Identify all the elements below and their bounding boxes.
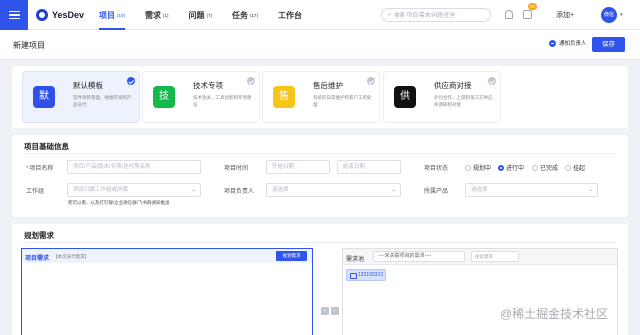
owner-select[interactable]: 请选择 ⌄ — [266, 183, 401, 197]
pool-filter-select[interactable]: ----未关联项目的需求---- — [373, 251, 465, 262]
search-icon: ⌕ — [388, 11, 392, 18]
list-header: 项目需求 【本次迭代需求】 规划需求 — [22, 249, 312, 263]
time-label: 项目时间 — [224, 166, 249, 172]
notify-owner-toggle[interactable]: 通知负责人 — [549, 39, 587, 47]
template-aftersales[interactable]: 售 售后维护 系统的日常维护和客户工单处理 — [262, 71, 380, 123]
section-title: 项目基础信息 — [24, 142, 69, 151]
template-tech[interactable]: 技 技术专项 技术攻关，工具创新和专项建设 — [142, 71, 260, 123]
tab-issues[interactable]: 问题 (7) — [189, 0, 213, 30]
template-desc: 技术攻关，工具创新和专项建设 — [193, 95, 252, 107]
divider — [24, 242, 616, 243]
tab-tasks[interactable]: 任务 (17) — [232, 0, 258, 30]
template-icon: 售 — [273, 86, 295, 108]
end-date-input[interactable]: 结束日期 — [337, 160, 401, 174]
top-nav: YesDev 项目 (10) 需求 (1) 问题 (7) 任务 (17) 工作台 ⌕ 搜… — [0, 0, 640, 30]
status-label: 项目状态 — [424, 166, 449, 172]
template-title: 售后维护 — [313, 81, 343, 90]
notification-badge: 22 — [528, 3, 537, 10]
template-default[interactable]: 默 默认模板 软件项目管理、敏捷开发和产品迭代 — [22, 71, 140, 123]
owner-label: 项目负责人 — [224, 189, 255, 195]
status-radio-done[interactable]: 已完成 — [532, 163, 558, 172]
template-title: 技术专项 — [193, 81, 223, 90]
check-icon — [367, 77, 375, 85]
template-icon: 默 — [33, 86, 55, 108]
template-desc: 软件项目管理、敏捷开发和产品迭代 — [73, 95, 132, 107]
inbox-icon[interactable] — [523, 10, 532, 19]
add-button[interactable]: 添加+ — [556, 10, 574, 20]
product-label: 所属产品 — [424, 189, 449, 195]
notify-icon — [549, 39, 556, 47]
project-name-input[interactable]: 项目/产品/版本/专项/迭代等名称 — [67, 160, 201, 174]
watermark: @稀土掘金技术社区 — [500, 307, 609, 321]
pool-search-input[interactable]: 搜索需求 — [471, 251, 519, 262]
project-requirements-list[interactable]: 项目需求 【本次迭代需求】 规划需求 — [21, 248, 313, 335]
brand-name: YesDev — [52, 10, 85, 20]
check-icon — [127, 77, 135, 85]
work-group-select[interactable]: 项目归属工作组或所属 ⌄ — [67, 183, 201, 197]
chevron-down-icon[interactable]: ▾ — [620, 12, 623, 18]
status-radio-in-progress[interactable]: 进行中 — [498, 163, 524, 172]
plan-requirements-button[interactable]: 规划需求 — [276, 251, 307, 261]
status-radio-suspended[interactable]: 挂起 — [565, 163, 585, 172]
group-hint: 使可以看、以及打钉群/企业微信群/飞书群通知推送 — [68, 200, 170, 205]
group-label: 工作组 — [26, 189, 45, 195]
page-header: 新建项目 通知负责人 保存 — [0, 30, 640, 60]
template-desc: 系统的日常维护和客户工单处理 — [313, 95, 372, 107]
basic-info-panel: 项目基础信息 *项目名称 项目/产品/版本/专项/迭代等名称 项目时间 开始日期… — [12, 135, 628, 217]
nav-tabs: 项目 (10) 需求 (1) 问题 (7) 任务 (17) 工作台 — [99, 0, 322, 30]
list-subtitle: 【本次迭代需求】 — [53, 253, 89, 259]
pool-header: 需求池 ----未关联项目的需求---- 搜索需求 — [343, 249, 617, 265]
tab-projects[interactable]: 项目 (10) — [99, 0, 126, 30]
bell-icon[interactable] — [505, 10, 513, 19]
template-icon: 技 — [153, 86, 175, 108]
template-title: 默认模板 — [73, 81, 103, 90]
chevron-down-icon: ⌄ — [391, 187, 396, 193]
start-date-input[interactable]: 开始日期 — [266, 160, 330, 174]
tab-workbench[interactable]: 工作台 — [278, 0, 302, 30]
tab-requirements[interactable]: 需求 (1) — [145, 0, 169, 30]
product-select[interactable]: 请选择 ⌄ — [465, 183, 598, 197]
chevron-down-icon: ⌄ — [191, 187, 196, 193]
move-left-icon[interactable]: ‹ — [321, 307, 329, 315]
brand-logo[interactable]: YesDev — [36, 9, 84, 21]
template-panel: 默 默认模板 软件项目管理、敏捷开发和产品迭代 技 技术专项 技术攻关，工具创新… — [12, 66, 628, 128]
search-input[interactable]: ⌕ 搜索 项目/需求/问题/任务 — [381, 8, 491, 22]
template-supplier[interactable]: 供 供应商对接 外包合作，上游和第三方供应商调研和对接 — [383, 71, 501, 123]
name-label: *项目名称 — [26, 166, 54, 172]
page-title: 新建项目 — [13, 41, 45, 50]
avatar[interactable]: 微信 — [601, 7, 617, 23]
section-title: 规划需求 — [24, 231, 54, 240]
move-right-icon[interactable]: › — [331, 307, 339, 315]
divider — [24, 153, 616, 154]
pool-label: 需求池 — [346, 257, 365, 263]
check-icon — [488, 77, 496, 85]
list-item[interactable]: 123192313 — [346, 269, 386, 281]
template-desc: 外包合作，上游和第三方供应商调研和对接 — [434, 95, 493, 107]
chevron-down-icon: ⌄ — [588, 187, 593, 193]
logo-icon — [36, 9, 48, 21]
list-title: 项目需求 — [25, 256, 50, 262]
check-icon — [247, 77, 255, 85]
template-icon: 供 — [394, 86, 416, 108]
status-radio-planning[interactable]: 规划中 — [465, 163, 491, 172]
template-title: 供应商对接 — [434, 81, 472, 90]
menu-icon[interactable] — [0, 0, 28, 30]
save-button[interactable]: 保存 — [592, 37, 625, 52]
